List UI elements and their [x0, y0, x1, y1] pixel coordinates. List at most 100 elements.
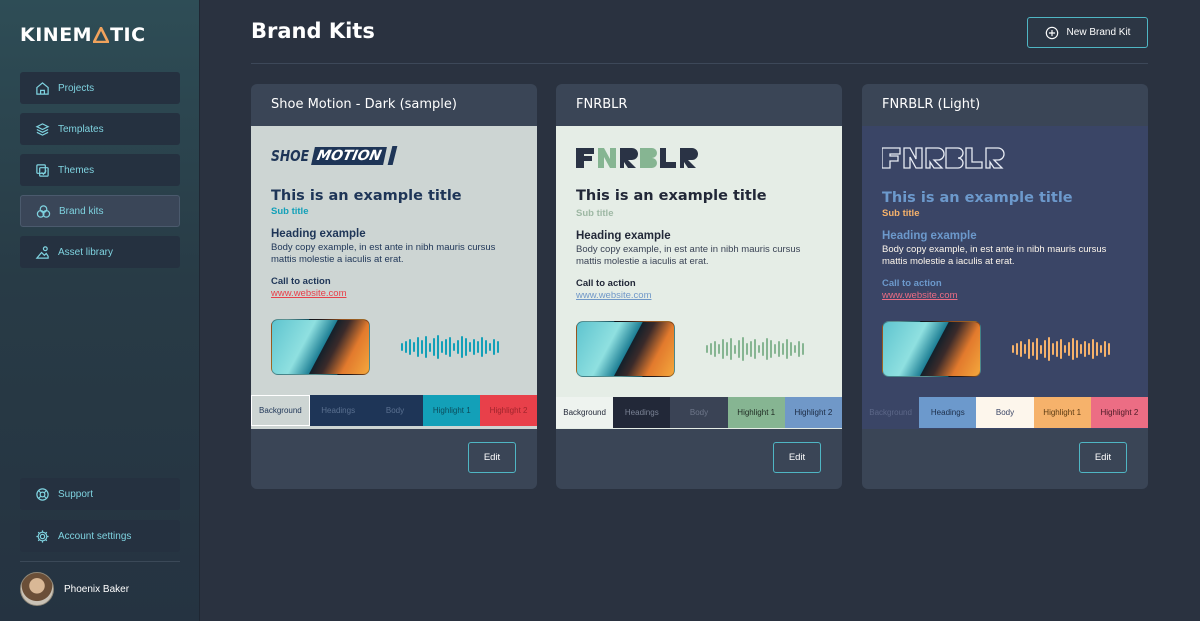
preview-cta: Call to action	[882, 278, 942, 289]
waveform-bar	[433, 338, 435, 356]
preview-heading: Heading example	[882, 230, 977, 242]
waveform-bar	[798, 341, 800, 357]
swatch-body[interactable]: Body	[670, 397, 728, 428]
waveform-bar	[1032, 342, 1034, 356]
swatch-headings[interactable]: Headings	[613, 397, 671, 428]
waveform-bar	[409, 339, 411, 355]
swatch-headings[interactable]: Headings	[309, 395, 367, 426]
waveform-bar	[1076, 340, 1078, 358]
waveform-bar	[493, 339, 495, 355]
waveform-bar	[1024, 344, 1026, 354]
edit-button[interactable]: Edit	[468, 442, 516, 473]
swatch-background[interactable]: Background	[862, 397, 920, 428]
waveform-bar	[746, 343, 748, 355]
fnrblr-outline-logo	[882, 147, 1005, 169]
avatar[interactable]	[20, 572, 54, 606]
sidebar-item-account-settings[interactable]: Account settings	[20, 520, 180, 552]
user-profile[interactable]: Phoenix Baker	[20, 572, 129, 606]
waveform-bar	[762, 342, 764, 356]
swatch-highlight-1[interactable]: Highlight 1	[423, 395, 481, 426]
brand-kit-card[interactable]: FNRBLR This is an example title Sub titl…	[556, 84, 842, 489]
swatch-highlight-2[interactable]: Highlight 2	[1090, 397, 1148, 428]
preview-cta: Call to action	[576, 278, 636, 289]
home-icon	[34, 80, 50, 96]
waveform-bar	[774, 344, 776, 354]
card-title: FNRBLR	[576, 97, 628, 112]
sidebar-item-label: Support	[58, 488, 94, 500]
swatch-background[interactable]: Background	[251, 395, 310, 426]
waveform-bar	[485, 340, 487, 354]
sidebar-item-support[interactable]: Support	[20, 478, 180, 510]
sidebar-item-label: Themes	[58, 164, 95, 176]
preview-title: This is an example title	[882, 190, 1073, 206]
swatch-background[interactable]: Background	[556, 397, 614, 428]
preview-body: Body copy example, in est ante in nibh m…	[576, 244, 801, 267]
preview-link[interactable]: www.website.com	[882, 290, 958, 301]
waveform-bar	[1084, 341, 1086, 357]
waveform-bar	[1048, 337, 1050, 361]
swatch-highlight-1[interactable]: Highlight 1	[727, 397, 785, 428]
preview-link[interactable]: www.website.com	[271, 288, 347, 299]
brand-kit-card[interactable]: Shoe Motion - Dark (sample) SHOE MOTION …	[251, 84, 537, 489]
edit-button[interactable]: Edit	[1079, 442, 1127, 473]
waveform-bar	[802, 343, 804, 355]
sidebar: KINEM TIC Projects Templates Themes Bran…	[0, 0, 200, 621]
swatch-highlight-2[interactable]: Highlight 2	[480, 395, 537, 426]
logo-triangle-icon	[93, 27, 110, 43]
sidebar-item-label: Brand kits	[59, 205, 104, 217]
sidebar-item-templates[interactable]: Templates	[20, 113, 180, 145]
brand-kit-preview: This is an example title Sub title Headi…	[556, 126, 842, 429]
lifebuoy-icon	[34, 486, 50, 502]
kinematic-logo[interactable]: KINEM TIC	[20, 24, 146, 46]
waveform-bar	[1104, 341, 1106, 357]
color-swatches: Background Headings Body Highlight 1 Hig…	[862, 397, 1148, 428]
waveform-bar	[405, 341, 407, 353]
waveform-bar	[766, 338, 768, 360]
waveform-bar	[1072, 338, 1074, 360]
sidebar-item-brand-kits[interactable]: Brand kits	[20, 195, 180, 227]
waveform-bar	[465, 338, 467, 356]
preview-cta: Call to action	[271, 276, 331, 287]
waveform-bar	[730, 338, 732, 360]
waveform-bar	[453, 343, 455, 351]
header-divider	[251, 63, 1148, 64]
waveform-bar	[1060, 339, 1062, 359]
waveform-bar	[413, 342, 415, 352]
waveform-bar	[726, 342, 728, 356]
preview-heading: Heading example	[576, 230, 671, 242]
preview-photo	[576, 321, 675, 377]
waveform-bar	[738, 340, 740, 358]
waveform-bar	[754, 339, 756, 359]
image-icon	[34, 244, 50, 260]
waveform-bar	[710, 343, 712, 355]
swatch-body[interactable]: Body	[976, 397, 1034, 428]
preview-title: This is an example title	[271, 188, 462, 204]
sidebar-item-projects[interactable]: Projects	[20, 72, 180, 104]
edit-button[interactable]: Edit	[773, 442, 821, 473]
new-brand-kit-button[interactable]: New Brand Kit	[1027, 17, 1148, 48]
brand-kit-card[interactable]: FNRBLR (Light) This is an example title …	[862, 84, 1148, 489]
swatch-headings[interactable]: Headings	[919, 397, 977, 428]
swatch-body[interactable]: Body	[366, 395, 424, 426]
card-title: Shoe Motion - Dark (sample)	[271, 97, 457, 112]
waveform-bar	[437, 335, 439, 359]
sidebar-item-label: Account settings	[58, 530, 132, 542]
plus-circle-icon	[1045, 26, 1059, 40]
swatch-highlight-2[interactable]: Highlight 2	[784, 397, 842, 428]
audio-waveform	[401, 335, 521, 359]
waveform-bar	[1056, 341, 1058, 357]
color-swatches: Background Headings Body Highlight 1 Hig…	[556, 397, 842, 428]
sidebar-item-themes[interactable]: Themes	[20, 154, 180, 186]
waveform-bar	[794, 345, 796, 353]
sidebar-item-asset-library[interactable]: Asset library	[20, 236, 180, 268]
preview-link[interactable]: www.website.com	[576, 290, 652, 301]
waveform-bar	[750, 341, 752, 357]
swatch-highlight-1[interactable]: Highlight 1	[1033, 397, 1091, 428]
waveform-bar	[473, 339, 475, 355]
waveform-bar	[1096, 342, 1098, 356]
preview-photo	[882, 321, 981, 377]
waveform-bar	[457, 340, 459, 354]
waveform-bar	[1016, 343, 1018, 355]
waveform-bar	[481, 337, 483, 357]
color-swatches: Background Headings Body Highlight 1 Hig…	[251, 395, 537, 426]
